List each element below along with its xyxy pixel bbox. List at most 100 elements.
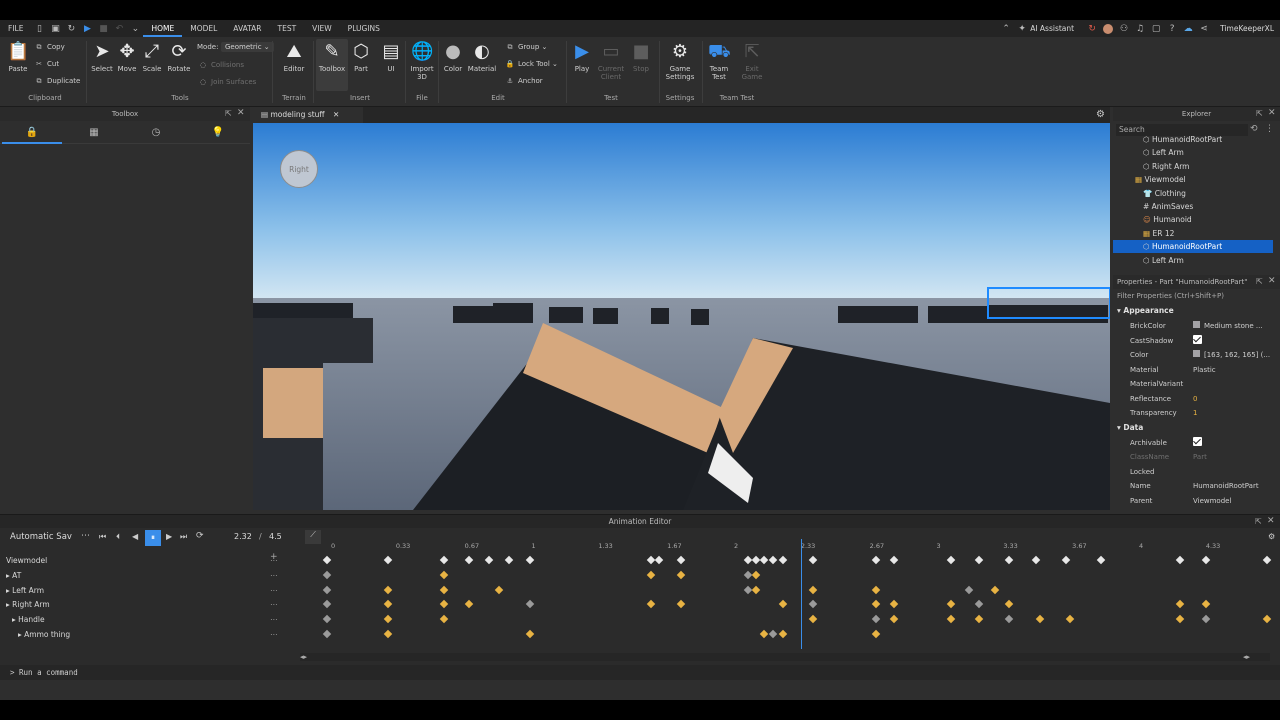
- select-tool[interactable]: ➤ Select: [90, 41, 114, 73]
- keyframe[interactable]: [1175, 555, 1184, 565]
- animation-track[interactable]: ▸ Handle ⋯: [0, 612, 288, 627]
- explorer-item[interactable]: ⬡ Left Arm: [1113, 254, 1273, 267]
- keyframe[interactable]: [1035, 614, 1045, 624]
- undock-icon[interactable]: ⇱: [1256, 277, 1263, 286]
- avatar-icon[interactable]: [1103, 23, 1114, 34]
- animation-track[interactable]: ▸ AT ⋯: [0, 568, 288, 583]
- undock-icon[interactable]: ⇱: [225, 109, 232, 118]
- explorer-item[interactable]: 👕 Clothing: [1113, 187, 1273, 200]
- keyframe[interactable]: [440, 555, 449, 565]
- keyframe[interactable]: [808, 555, 818, 565]
- keyframe[interactable]: [1005, 555, 1014, 565]
- keyframe[interactable]: [440, 614, 449, 624]
- keyframe[interactable]: [768, 555, 777, 565]
- property-value[interactable]: [1193, 436, 1202, 450]
- undock-icon[interactable]: ⇱: [1256, 109, 1263, 118]
- dropdown-icon[interactable]: ⌄: [130, 24, 140, 34]
- undo-icon[interactable]: ↶: [114, 24, 124, 34]
- filter-properties-input[interactable]: Filter Properties (Ctrl+Shift+P): [1117, 290, 1272, 302]
- material-button[interactable]: ◐ Material: [467, 41, 497, 73]
- keyframe[interactable]: [889, 614, 899, 624]
- keyframe[interactable]: [464, 600, 473, 609]
- duplicate-button[interactable]: ⧉ Duplicate: [34, 77, 81, 86]
- current-time[interactable]: 2.32: [234, 532, 252, 541]
- cut-button[interactable]: ✂ Cut: [34, 60, 59, 68]
- keyframe[interactable]: [1096, 555, 1105, 565]
- keyframe[interactable]: [383, 555, 392, 565]
- explorer-item[interactable]: ⬡ HumanoidRootPart: [1113, 240, 1273, 254]
- animation-track[interactable]: ▸ Right Arm ⋯: [0, 597, 288, 612]
- explorer-item[interactable]: ⬡ Right Arm: [1113, 160, 1273, 173]
- property-value[interactable]: [1193, 334, 1202, 348]
- track-menu-icon[interactable]: ⋯: [270, 627, 278, 642]
- property-category[interactable]: ▾ Appearance: [1113, 304, 1273, 318]
- track-menu-icon[interactable]: ⋯: [270, 597, 278, 612]
- command-bar[interactable]: > Run a command: [0, 665, 1280, 680]
- animation-length[interactable]: 4.5: [269, 532, 282, 541]
- share-icon[interactable]: ⋖: [1199, 24, 1209, 34]
- tab-test[interactable]: TEST: [270, 24, 305, 33]
- marketplace-tab[interactable]: ▦: [64, 122, 124, 144]
- property-value[interactable]: 1: [1193, 406, 1197, 420]
- keyframe[interactable]: [494, 585, 504, 594]
- play-icon[interactable]: ▶: [82, 24, 92, 34]
- inventory-tab[interactable]: 🔒: [2, 122, 62, 144]
- explorer-item[interactable]: # AnimSaves: [1113, 200, 1273, 213]
- settings-icon[interactable]: ⚙: [1268, 532, 1275, 541]
- play-button[interactable]: ▶ Play: [570, 41, 594, 73]
- keyframe[interactable]: [871, 629, 881, 639]
- keyframe[interactable]: [964, 585, 974, 594]
- keyframe[interactable]: [322, 614, 332, 624]
- keyframe[interactable]: [1201, 555, 1211, 565]
- animation-track[interactable]: ▸ Ammo thing ⋯: [0, 627, 288, 642]
- terrain-editor-button[interactable]: ⛰ Editor: [280, 41, 308, 73]
- keyframe[interactable]: [440, 600, 449, 609]
- keyframe[interactable]: [974, 614, 984, 624]
- keyframe[interactable]: [383, 614, 392, 624]
- keyframe[interactable]: [322, 570, 332, 580]
- close-icon[interactable]: ✕: [237, 108, 245, 118]
- view-cube[interactable]: Right: [280, 150, 318, 188]
- explorer-item[interactable]: ⬡ Left Arm: [1113, 146, 1273, 159]
- keyframe[interactable]: [1031, 555, 1040, 565]
- keyframe[interactable]: [322, 629, 332, 639]
- keyframe[interactable]: [646, 570, 656, 580]
- keyframe[interactable]: [808, 585, 818, 594]
- keyframe[interactable]: [752, 570, 761, 580]
- keyframe[interactable]: [752, 585, 761, 594]
- tab-avatar[interactable]: AVATAR: [225, 24, 269, 33]
- stop-icon[interactable]: ■: [98, 24, 108, 34]
- property-value[interactable]: Viewmodel: [1193, 494, 1231, 508]
- keyframe[interactable]: [525, 600, 534, 609]
- playhead[interactable]: [800, 539, 802, 649]
- command-input[interactable]: Run a command: [19, 668, 78, 677]
- step-back-icon[interactable]: ⏴: [116, 532, 120, 542]
- keyframe[interactable]: [946, 614, 955, 624]
- keyframe[interactable]: [677, 555, 686, 565]
- keyframe[interactable]: [677, 600, 686, 609]
- keyframe[interactable]: [525, 555, 534, 565]
- keyframe[interactable]: [778, 600, 787, 609]
- animation-name[interactable]: Automatic Sav: [10, 532, 72, 542]
- play-reverse-icon[interactable]: ◀: [132, 532, 138, 541]
- property-value[interactable]: Part: [1193, 450, 1207, 464]
- track-menu-icon[interactable]: ⋯: [270, 612, 278, 627]
- property-value[interactable]: Medium stone ...: [1193, 319, 1263, 333]
- join-surfaces-toggle[interactable]: ◌ Join Surfaces: [198, 78, 256, 86]
- toolbox-button[interactable]: ✎ Toolbox: [316, 39, 348, 91]
- keyframe[interactable]: [1005, 614, 1014, 624]
- file-menu[interactable]: FILE: [0, 24, 31, 33]
- track-menu-icon[interactable]: ⋯: [270, 583, 278, 598]
- ui-button[interactable]: ▤ UI: [380, 41, 402, 73]
- property-category[interactable]: ▾ Data: [1113, 421, 1273, 435]
- keyframe[interactable]: [505, 555, 514, 565]
- keyframe[interactable]: [871, 585, 881, 594]
- keyframe[interactable]: [871, 600, 881, 609]
- keyframe[interactable]: [1005, 600, 1014, 609]
- undock-icon[interactable]: ⇱: [1255, 517, 1262, 526]
- color-button[interactable]: ● Color: [441, 41, 465, 73]
- group-button[interactable]: ⧉ Group ⌄: [505, 43, 548, 52]
- keyframe[interactable]: [1061, 555, 1071, 565]
- track-menu-icon[interactable]: ⋯: [270, 553, 278, 568]
- part-button[interactable]: ⬡ Part: [350, 41, 372, 73]
